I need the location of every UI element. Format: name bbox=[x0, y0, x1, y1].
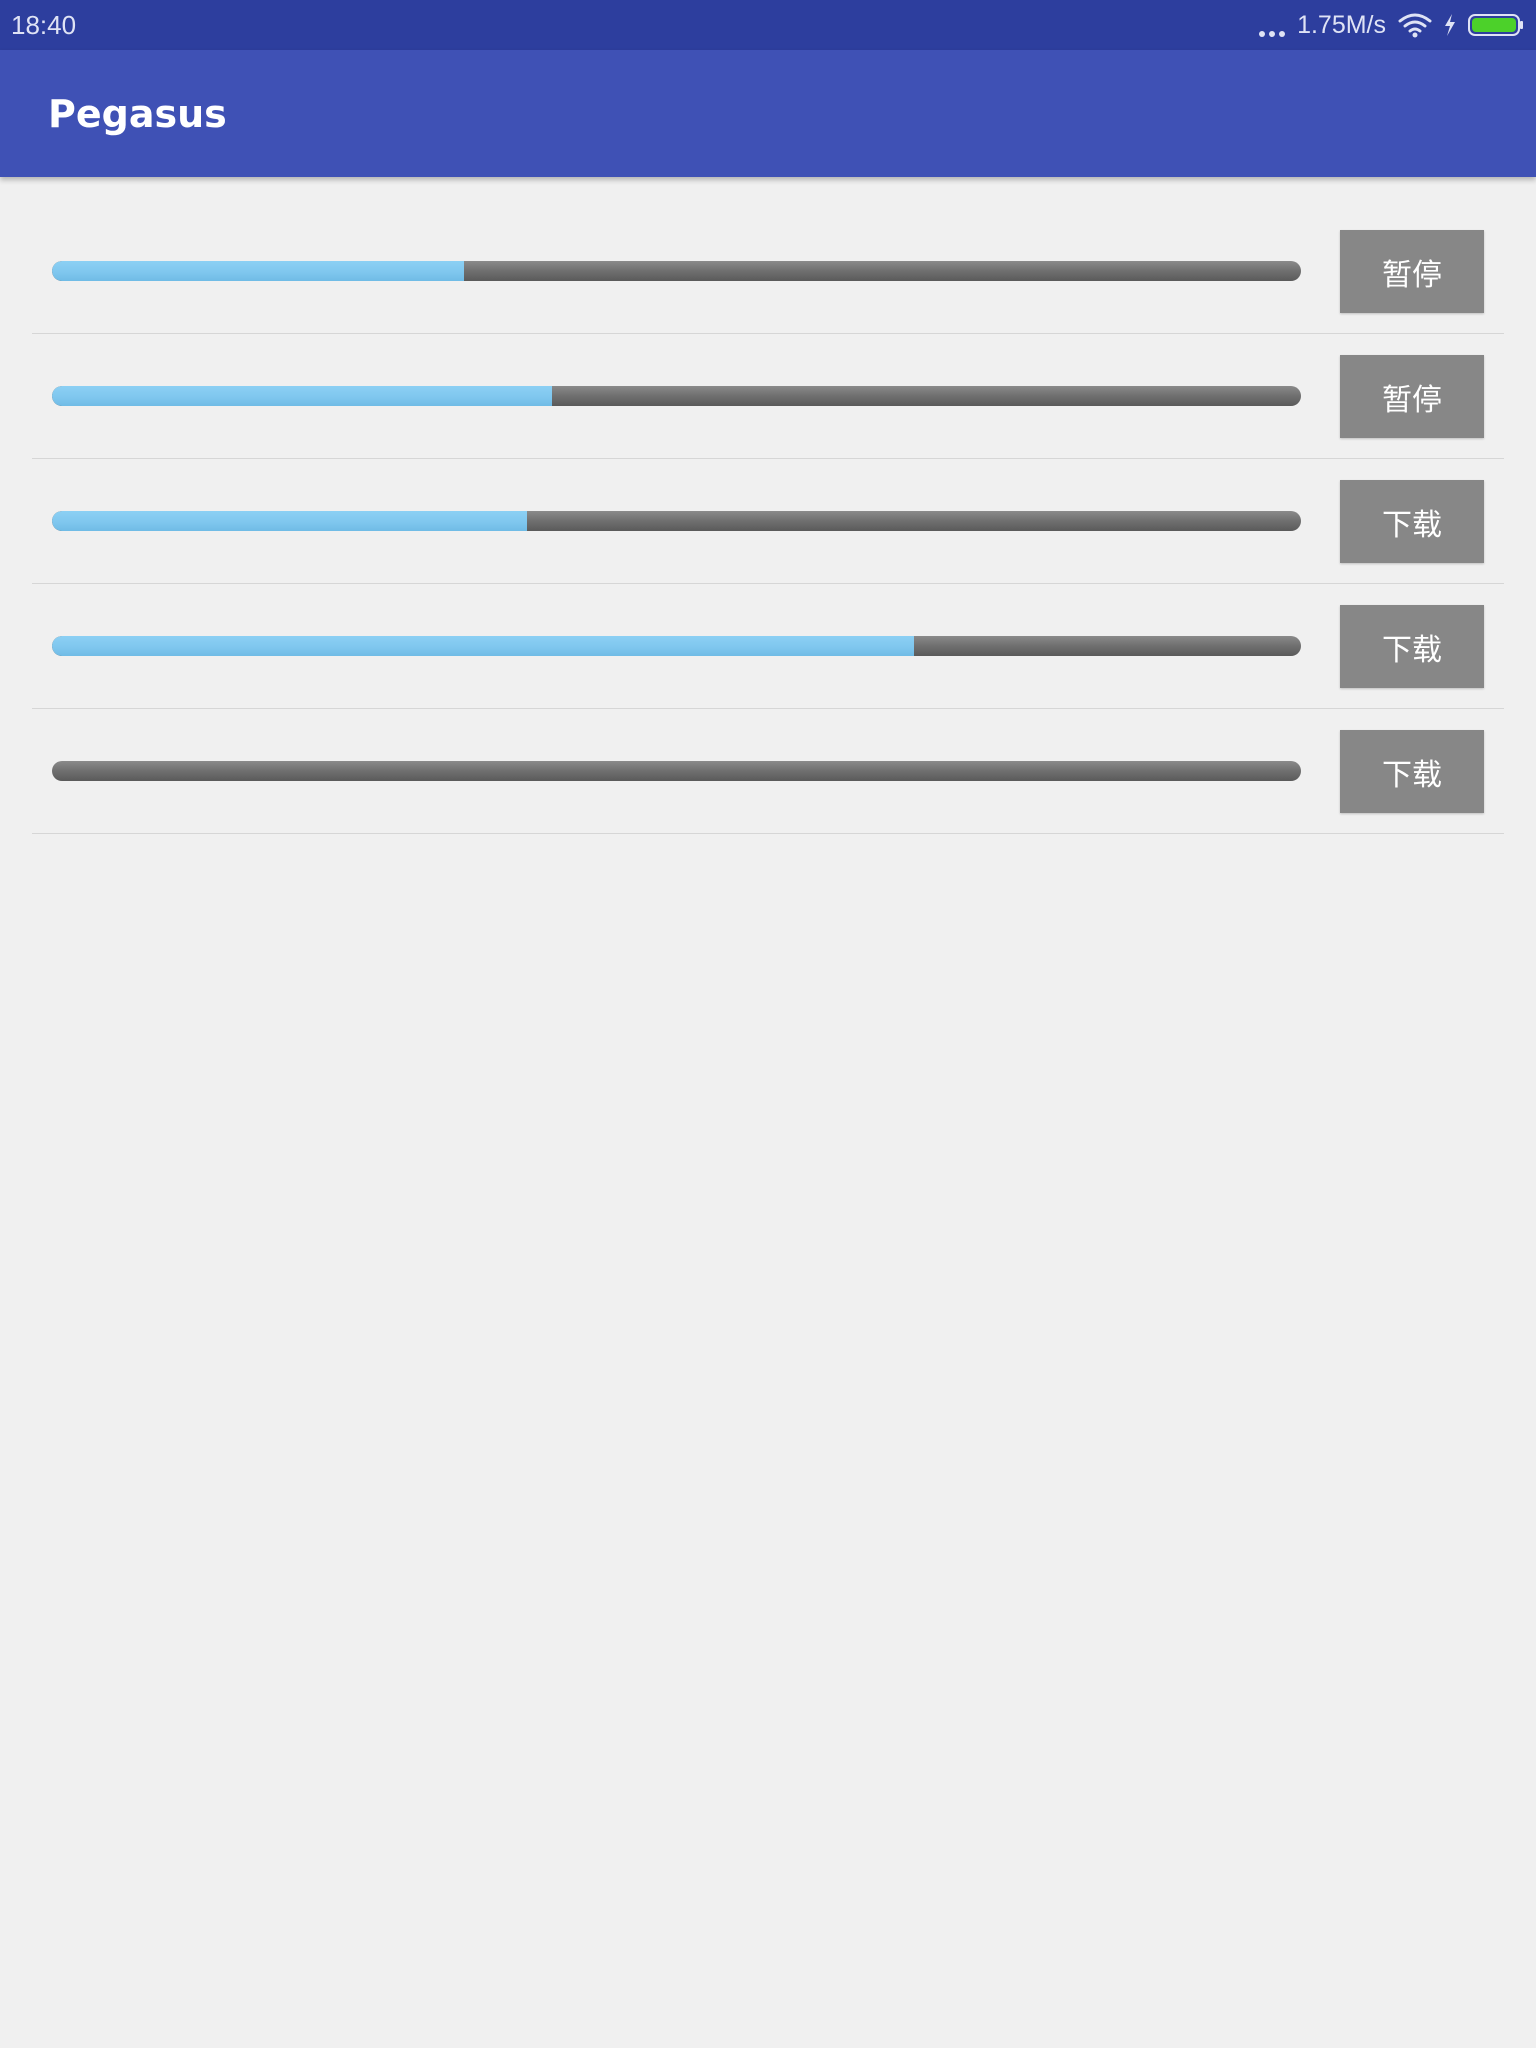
download-row: 下载 bbox=[32, 709, 1504, 834]
charging-bolt-icon bbox=[1444, 14, 1456, 36]
download-button[interactable]: 下载 bbox=[1340, 730, 1484, 813]
battery-icon bbox=[1468, 13, 1524, 37]
status-bar: 18:40 1.75M/s bbox=[0, 0, 1536, 50]
download-button[interactable]: 下载 bbox=[1340, 605, 1484, 688]
progress-fill bbox=[52, 386, 552, 406]
download-button[interactable]: 下载 bbox=[1340, 480, 1484, 563]
progress-fill bbox=[52, 261, 465, 281]
download-row: 暂停 bbox=[32, 209, 1504, 334]
status-time: 18:40 bbox=[11, 10, 77, 40]
download-list: 暂停 暂停 下载 下载 下载 bbox=[32, 209, 1504, 834]
download-row: 下载 bbox=[32, 459, 1504, 584]
pause-button[interactable]: 暂停 bbox=[1340, 355, 1484, 438]
progress-bar bbox=[52, 761, 1301, 781]
progress-fill bbox=[52, 636, 914, 656]
progress-bar bbox=[52, 511, 1301, 531]
app-bar: Pegasus bbox=[0, 50, 1536, 177]
network-speed: 1.75M/s bbox=[1297, 11, 1386, 39]
progress-bar bbox=[52, 636, 1301, 656]
download-row: 下载 bbox=[32, 584, 1504, 709]
app-title: Pegasus bbox=[48, 92, 227, 136]
pause-button[interactable]: 暂停 bbox=[1340, 230, 1484, 313]
progress-bar bbox=[52, 386, 1301, 406]
wifi-icon bbox=[1398, 12, 1432, 38]
progress-bar bbox=[52, 261, 1301, 281]
download-row: 暂停 bbox=[32, 334, 1504, 459]
more-dots-icon bbox=[1259, 13, 1286, 37]
progress-fill bbox=[52, 511, 527, 531]
status-icons: 1.75M/s bbox=[1259, 0, 1524, 50]
